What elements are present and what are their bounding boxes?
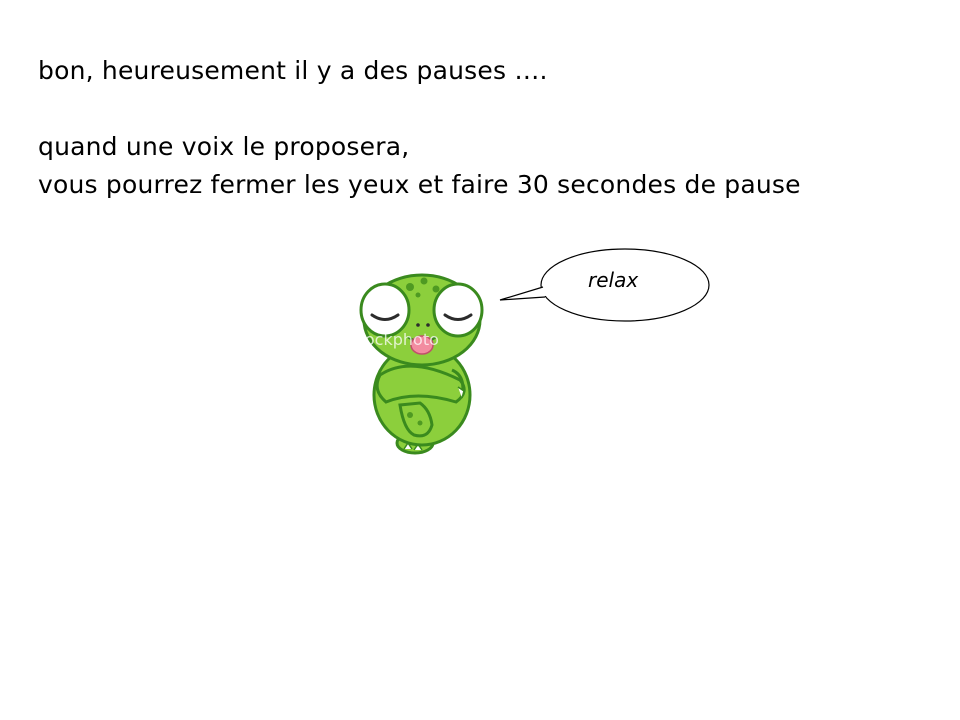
line-voice: quand une voix le proposera, <box>38 132 410 161</box>
slide-text: bon, heureusement il y a des pauses …. q… <box>38 52 938 204</box>
line-pauses: bon, heureusement il y a des pauses …. <box>38 56 548 85</box>
turtle-icon: iStockphoto <box>344 273 484 455</box>
bubble-text: relax <box>588 268 639 292</box>
slide: bon, heureusement il y a des pauses …. q… <box>0 0 960 720</box>
line-close-eyes: vous pourrez fermer les yeux et faire 30… <box>38 170 801 199</box>
watermark-text: iStockphoto <box>344 330 439 349</box>
